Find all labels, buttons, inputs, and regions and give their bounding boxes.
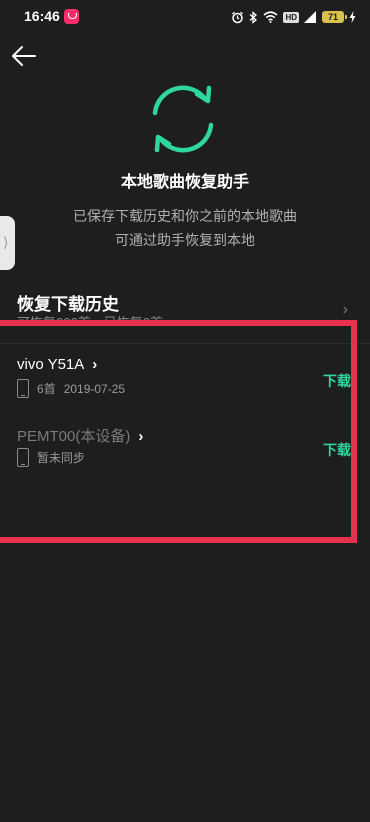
battery-icon: 71 xyxy=(322,11,347,23)
refresh-icon xyxy=(152,85,214,153)
chevron-right-icon: › xyxy=(342,301,348,318)
status-icons: HD 71 xyxy=(231,7,356,27)
charging-icon xyxy=(349,11,356,23)
app-notification-icon xyxy=(64,9,79,24)
alarm-icon xyxy=(232,11,244,23)
hero-description-line-1: 已保存下载历史和你之前的本地歌曲 xyxy=(73,208,297,224)
hd-icon: HD xyxy=(283,11,299,23)
hero-description-line-2: 可通过助手恢复到本地 xyxy=(115,232,255,248)
wifi-icon xyxy=(263,11,278,23)
bluetooth-icon xyxy=(249,10,258,24)
signal-icon xyxy=(304,11,316,23)
section-title: 恢复下载历史 xyxy=(17,295,119,314)
back-arrow-icon[interactable] xyxy=(10,42,38,70)
annotation-highlight-box xyxy=(0,320,357,543)
status-time: 16:46 xyxy=(24,8,60,24)
hero-title: 本地歌曲恢复助手 xyxy=(120,174,249,191)
status-bar: 16:46 HD 71 xyxy=(0,0,370,34)
